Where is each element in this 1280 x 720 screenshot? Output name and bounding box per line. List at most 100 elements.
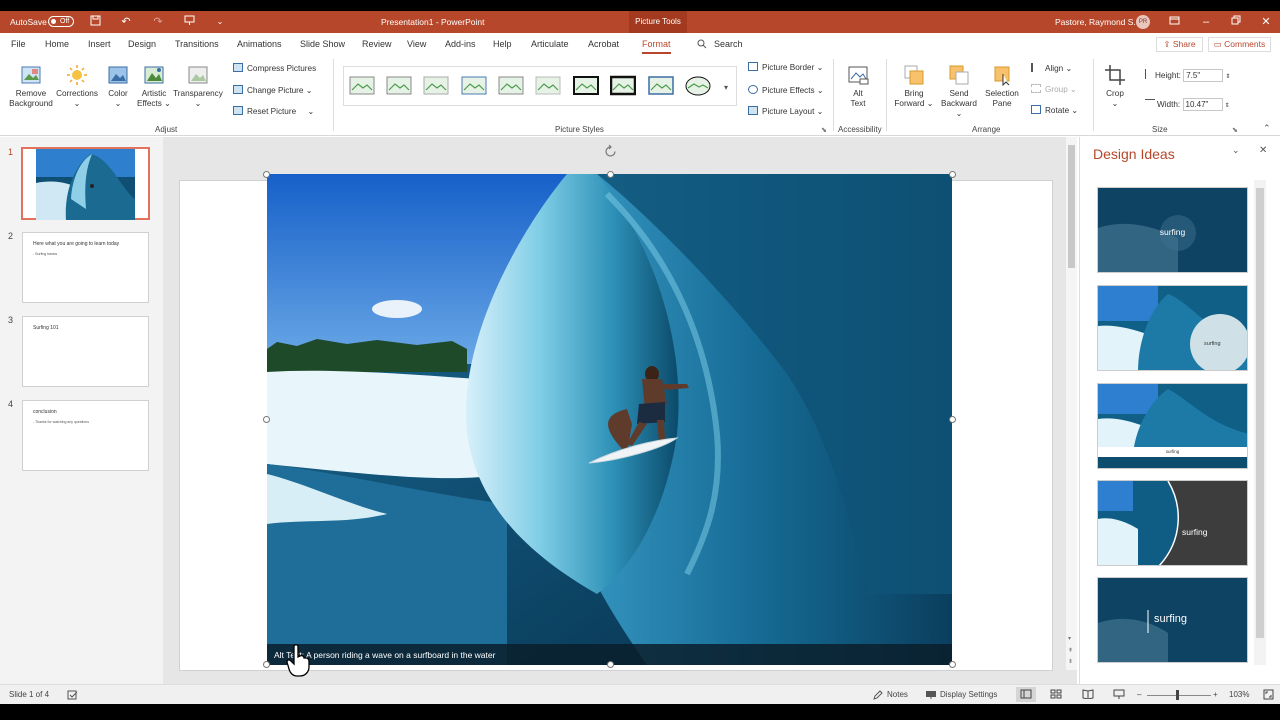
picture-layout-button[interactable]: Picture Layout ⌄ bbox=[748, 106, 823, 117]
selection-pane-button[interactable]: Selection Pane bbox=[983, 64, 1021, 109]
tab-acrobat[interactable]: Acrobat bbox=[588, 39, 619, 49]
zoom-slider[interactable] bbox=[1147, 695, 1211, 696]
picture-style-9[interactable] bbox=[648, 75, 674, 97]
resize-handle-top-right[interactable] bbox=[949, 171, 956, 178]
resize-handle-right[interactable] bbox=[949, 416, 956, 423]
alt-text-button[interactable]: Alt Text bbox=[842, 64, 874, 109]
resize-handle-top-left[interactable] bbox=[263, 171, 270, 178]
design-idea-card-2[interactable]: surfing bbox=[1097, 285, 1248, 371]
previous-slide-icon[interactable]: ⇞ bbox=[1068, 647, 1073, 654]
color-button[interactable]: Color ⌄ bbox=[104, 64, 132, 109]
close-icon[interactable]: ✕ bbox=[1259, 15, 1273, 29]
accessibility-check-icon[interactable] bbox=[67, 690, 78, 702]
remove-background-button[interactable]: Remove Background bbox=[6, 64, 56, 109]
save-icon[interactable] bbox=[88, 15, 102, 29]
rotate-handle-icon[interactable] bbox=[603, 144, 618, 159]
slide-sorter-view-icon[interactable] bbox=[1050, 689, 1062, 701]
picture-style-5[interactable] bbox=[498, 75, 524, 97]
rotate-button[interactable]: Rotate ⌄ bbox=[1031, 105, 1078, 116]
display-settings-button[interactable]: Display Settings bbox=[940, 690, 997, 699]
search-box[interactable]: Search bbox=[714, 39, 743, 49]
dialog-launcher-icon[interactable]: ⬊ bbox=[821, 125, 827, 136]
compress-pictures-button[interactable]: Compress Pictures bbox=[233, 63, 316, 74]
design-idea-card-5[interactable]: surfing bbox=[1097, 577, 1248, 663]
tab-articulate[interactable]: Articulate bbox=[531, 39, 569, 49]
close-pane-icon[interactable]: ✕ bbox=[1259, 145, 1267, 156]
canvas-scrollbar-thumb[interactable] bbox=[1068, 145, 1075, 268]
present-icon[interactable] bbox=[182, 15, 196, 29]
design-idea-card-3[interactable]: surfing bbox=[1097, 383, 1248, 469]
restore-icon[interactable] bbox=[1229, 15, 1243, 29]
slide-thumbnail-2[interactable]: Here what you are going to learn today -… bbox=[22, 232, 149, 303]
slide-thumbnail-4[interactable]: conclusion - Thanks for watching any que… bbox=[22, 400, 149, 471]
display-settings-icon[interactable] bbox=[925, 690, 937, 702]
gallery-more-icon[interactable]: ▾ bbox=[724, 83, 728, 92]
tab-view[interactable]: View bbox=[407, 39, 426, 49]
fit-slide-icon[interactable] bbox=[1263, 689, 1274, 702]
resize-handle-left[interactable] bbox=[263, 416, 270, 423]
notes-icon[interactable] bbox=[873, 690, 883, 702]
resize-handle-bottom-left[interactable] bbox=[263, 661, 270, 668]
crop-button[interactable]: Crop ⌄ bbox=[1101, 64, 1129, 109]
align-button[interactable]: Align ⌄ bbox=[1031, 63, 1072, 74]
size-dialog-launcher-icon[interactable]: ⬊ bbox=[1232, 125, 1238, 136]
collapse-ribbon-icon[interactable]: ⌃ bbox=[1263, 123, 1271, 134]
artistic-effects-button[interactable]: Artistic Effects ⌄ bbox=[136, 64, 172, 109]
reading-view-icon[interactable] bbox=[1082, 689, 1094, 701]
ribbon-display-icon[interactable] bbox=[1167, 15, 1181, 29]
avatar[interactable]: PR bbox=[1136, 15, 1150, 29]
tab-home[interactable]: Home bbox=[45, 39, 69, 49]
zoom-slider-thumb[interactable] bbox=[1176, 690, 1179, 700]
bring-forward-button[interactable]: Bring Forward ⌄ bbox=[894, 64, 934, 109]
slide-show-view-icon[interactable] bbox=[1113, 689, 1125, 701]
tab-add-ins[interactable]: Add-ins bbox=[445, 39, 476, 49]
picture-effects-button[interactable]: Picture Effects ⌄ bbox=[748, 85, 824, 96]
user-name[interactable]: Pastore, Raymond S. bbox=[1055, 17, 1136, 27]
tab-insert[interactable]: Insert bbox=[88, 39, 111, 49]
height-field[interactable]: Height: 7.5" ⇕ bbox=[1145, 69, 1231, 83]
design-idea-card-1[interactable]: surfing bbox=[1097, 187, 1248, 273]
picture-style-8[interactable] bbox=[609, 75, 637, 97]
slide-thumbnail-3[interactable]: Surfing 101 bbox=[22, 316, 149, 387]
pane-options-icon[interactable]: ⌄ bbox=[1232, 145, 1240, 156]
picture-style-10[interactable] bbox=[685, 75, 711, 97]
picture-style-1[interactable] bbox=[349, 75, 375, 97]
redo-icon[interactable]: ↷ bbox=[151, 15, 165, 29]
undo-icon[interactable]: ↶ bbox=[119, 15, 133, 29]
slide-thumbnail-1[interactable] bbox=[21, 147, 150, 220]
zoom-out-button[interactable]: – bbox=[1137, 690, 1141, 699]
picture-style-2[interactable] bbox=[386, 75, 412, 97]
customize-toolbar-icon[interactable]: ⌄ bbox=[213, 15, 227, 29]
comments-button[interactable]: ▭ Comments bbox=[1208, 37, 1271, 52]
tab-animations[interactable]: Animations bbox=[237, 39, 282, 49]
design-idea-card-4[interactable]: surfing bbox=[1097, 480, 1248, 566]
share-button[interactable]: ⇪ Share bbox=[1156, 37, 1203, 52]
notes-button[interactable]: Notes bbox=[887, 690, 908, 699]
group-button[interactable]: Group ⌄ bbox=[1031, 84, 1077, 95]
surfer-picture[interactable] bbox=[267, 174, 952, 665]
picture-style-7[interactable] bbox=[573, 75, 599, 97]
tab-file[interactable]: File bbox=[11, 39, 26, 49]
tab-help[interactable]: Help bbox=[493, 39, 512, 49]
reset-picture-button[interactable]: Reset Picture ⌄ bbox=[233, 106, 314, 117]
picture-style-3[interactable] bbox=[423, 75, 449, 97]
change-picture-button[interactable]: Change Picture ⌄ bbox=[233, 85, 313, 96]
zoom-in-button[interactable]: + bbox=[1213, 690, 1218, 699]
zoom-level[interactable]: 103% bbox=[1229, 690, 1249, 699]
tab-design[interactable]: Design bbox=[128, 39, 156, 49]
picture-style-6[interactable] bbox=[535, 75, 561, 97]
resize-handle-bottom[interactable] bbox=[607, 661, 614, 668]
tab-review[interactable]: Review bbox=[362, 39, 392, 49]
width-field[interactable]: Width: 10.47" ⇕ bbox=[1145, 98, 1230, 112]
transparency-button[interactable]: Transparency ⌄ bbox=[173, 64, 223, 109]
send-backward-button[interactable]: Send Backward ⌄ bbox=[937, 64, 981, 119]
tab-transitions[interactable]: Transitions bbox=[175, 39, 219, 49]
corrections-button[interactable]: Corrections ⌄ bbox=[56, 64, 98, 109]
resize-handle-top[interactable] bbox=[607, 171, 614, 178]
scroll-down-icon[interactable]: ▾ bbox=[1068, 635, 1071, 642]
resize-handle-bottom-right[interactable] bbox=[949, 661, 956, 668]
design-pane-scrollbar-thumb[interactable] bbox=[1256, 188, 1264, 638]
next-slide-icon[interactable]: ⇟ bbox=[1068, 658, 1073, 665]
autosave-toggle[interactable]: Off bbox=[48, 16, 74, 27]
picture-border-button[interactable]: Picture Border ⌄ bbox=[748, 62, 823, 73]
